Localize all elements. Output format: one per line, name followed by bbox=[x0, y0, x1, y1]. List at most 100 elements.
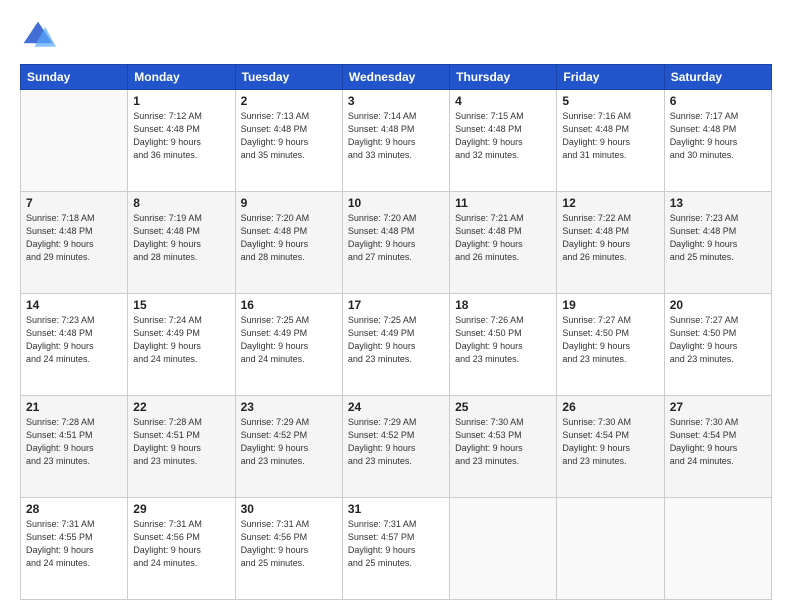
day-number: 1 bbox=[133, 94, 229, 108]
day-number: 24 bbox=[348, 400, 444, 414]
day-info: Sunrise: 7:27 AM Sunset: 4:50 PM Dayligh… bbox=[562, 314, 658, 366]
calendar-cell: 26Sunrise: 7:30 AM Sunset: 4:54 PM Dayli… bbox=[557, 396, 664, 498]
day-info: Sunrise: 7:19 AM Sunset: 4:48 PM Dayligh… bbox=[133, 212, 229, 264]
header bbox=[20, 18, 772, 54]
calendar-cell: 15 Sunrise: 7:24 AM Sunset: 4:49 PM Dayli… bbox=[128, 294, 235, 396]
day-info: Sunrise: 7:31 AM Sunset: 4:57 PM Dayligh… bbox=[348, 518, 444, 570]
calendar-cell bbox=[450, 498, 557, 600]
calendar-cell: 17 Sunrise: 7:25 AM Sunset: 4:49 PM Dayli… bbox=[342, 294, 449, 396]
day-number: 20 bbox=[670, 298, 766, 312]
day-number: 28 bbox=[26, 502, 122, 516]
calendar-cell: 31 Sunrise: 7:31 AM Sunset: 4:57 PM Dayli… bbox=[342, 498, 449, 600]
logo bbox=[20, 18, 62, 54]
calendar-table: SundayMondayTuesdayWednesdayThursdayFrid… bbox=[20, 64, 772, 600]
day-number: 22 bbox=[133, 400, 229, 414]
day-number: 25 bbox=[455, 400, 551, 414]
calendar-cell: 22 Sunrise: 7:28 AM Sunset: 4:51 PM Dayli… bbox=[128, 396, 235, 498]
calendar-cell: 5Sunrise: 7:16 AM Sunset: 4:48 PM Daylig… bbox=[557, 90, 664, 192]
day-info: Sunrise: 7:30 AM Sunset: 4:53 PM Dayligh… bbox=[455, 416, 551, 468]
day-info: Sunrise: 7:31 AM Sunset: 4:55 PM Dayligh… bbox=[26, 518, 122, 570]
day-number: 17 bbox=[348, 298, 444, 312]
day-info: Sunrise: 7:17 AM Sunset: 4:48 PM Dayligh… bbox=[670, 110, 766, 162]
day-number: 12 bbox=[562, 196, 658, 210]
calendar-cell: 19 Sunrise: 7:27 AM Sunset: 4:50 PM Dayli… bbox=[557, 294, 664, 396]
day-info: Sunrise: 7:28 AM Sunset: 4:51 PM Dayligh… bbox=[133, 416, 229, 468]
day-info: Sunrise: 7:18 AM Sunset: 4:48 PM Dayligh… bbox=[26, 212, 122, 264]
calendar-week-row: 7 Sunrise: 7:18 AM Sunset: 4:48 PM Daylig… bbox=[21, 192, 772, 294]
calendar-cell: 30Sunrise: 7:31 AM Sunset: 4:56 PM Dayli… bbox=[235, 498, 342, 600]
day-number: 6 bbox=[670, 94, 766, 108]
day-info: Sunrise: 7:15 AM Sunset: 4:48 PM Dayligh… bbox=[455, 110, 551, 162]
day-number: 13 bbox=[670, 196, 766, 210]
day-number: 16 bbox=[241, 298, 337, 312]
day-number: 18 bbox=[455, 298, 551, 312]
weekday-header-wednesday: Wednesday bbox=[342, 65, 449, 90]
day-number: 14 bbox=[26, 298, 122, 312]
calendar-week-row: 28 Sunrise: 7:31 AM Sunset: 4:55 PM Dayli… bbox=[21, 498, 772, 600]
calendar-cell bbox=[664, 498, 771, 600]
weekday-header-sunday: Sunday bbox=[21, 65, 128, 90]
day-number: 23 bbox=[241, 400, 337, 414]
calendar-week-row: 1 Sunrise: 7:12 AM Sunset: 4:48 PM Daylig… bbox=[21, 90, 772, 192]
calendar-cell: 3Sunrise: 7:14 AM Sunset: 4:48 PM Daylig… bbox=[342, 90, 449, 192]
day-number: 21 bbox=[26, 400, 122, 414]
day-info: Sunrise: 7:13 AM Sunset: 4:48 PM Dayligh… bbox=[241, 110, 337, 162]
day-number: 30 bbox=[241, 502, 337, 516]
calendar-cell: 12Sunrise: 7:22 AM Sunset: 4:48 PM Dayli… bbox=[557, 192, 664, 294]
weekday-header-friday: Friday bbox=[557, 65, 664, 90]
calendar-cell: 11 Sunrise: 7:21 AM Sunset: 4:48 PM Dayli… bbox=[450, 192, 557, 294]
day-info: Sunrise: 7:30 AM Sunset: 4:54 PM Dayligh… bbox=[670, 416, 766, 468]
day-number: 4 bbox=[455, 94, 551, 108]
calendar-cell: 8 Sunrise: 7:19 AM Sunset: 4:48 PM Daylig… bbox=[128, 192, 235, 294]
day-info: Sunrise: 7:20 AM Sunset: 4:48 PM Dayligh… bbox=[241, 212, 337, 264]
day-info: Sunrise: 7:25 AM Sunset: 4:49 PM Dayligh… bbox=[241, 314, 337, 366]
calendar-cell: 20Sunrise: 7:27 AM Sunset: 4:50 PM Dayli… bbox=[664, 294, 771, 396]
calendar-cell: 4 Sunrise: 7:15 AM Sunset: 4:48 PM Daylig… bbox=[450, 90, 557, 192]
calendar-cell: 13 Sunrise: 7:23 AM Sunset: 4:48 PM Dayli… bbox=[664, 192, 771, 294]
day-info: Sunrise: 7:21 AM Sunset: 4:48 PM Dayligh… bbox=[455, 212, 551, 264]
calendar-cell: 27 Sunrise: 7:30 AM Sunset: 4:54 PM Dayli… bbox=[664, 396, 771, 498]
weekday-header-tuesday: Tuesday bbox=[235, 65, 342, 90]
day-info: Sunrise: 7:12 AM Sunset: 4:48 PM Dayligh… bbox=[133, 110, 229, 162]
day-number: 11 bbox=[455, 196, 551, 210]
day-number: 27 bbox=[670, 400, 766, 414]
day-info: Sunrise: 7:31 AM Sunset: 4:56 PM Dayligh… bbox=[133, 518, 229, 570]
day-number: 3 bbox=[348, 94, 444, 108]
calendar-cell bbox=[557, 498, 664, 600]
day-info: Sunrise: 7:29 AM Sunset: 4:52 PM Dayligh… bbox=[241, 416, 337, 468]
weekday-header-row: SundayMondayTuesdayWednesdayThursdayFrid… bbox=[21, 65, 772, 90]
day-number: 7 bbox=[26, 196, 122, 210]
calendar-cell: 29 Sunrise: 7:31 AM Sunset: 4:56 PM Dayli… bbox=[128, 498, 235, 600]
calendar-cell: 1 Sunrise: 7:12 AM Sunset: 4:48 PM Daylig… bbox=[128, 90, 235, 192]
day-number: 8 bbox=[133, 196, 229, 210]
day-info: Sunrise: 7:23 AM Sunset: 4:48 PM Dayligh… bbox=[26, 314, 122, 366]
day-number: 15 bbox=[133, 298, 229, 312]
logo-icon bbox=[20, 18, 56, 54]
day-info: Sunrise: 7:25 AM Sunset: 4:49 PM Dayligh… bbox=[348, 314, 444, 366]
calendar-cell: 6 Sunrise: 7:17 AM Sunset: 4:48 PM Daylig… bbox=[664, 90, 771, 192]
day-info: Sunrise: 7:23 AM Sunset: 4:48 PM Dayligh… bbox=[670, 212, 766, 264]
day-number: 19 bbox=[562, 298, 658, 312]
day-info: Sunrise: 7:29 AM Sunset: 4:52 PM Dayligh… bbox=[348, 416, 444, 468]
weekday-header-thursday: Thursday bbox=[450, 65, 557, 90]
calendar-cell: 10 Sunrise: 7:20 AM Sunset: 4:48 PM Dayli… bbox=[342, 192, 449, 294]
calendar-cell: 28 Sunrise: 7:31 AM Sunset: 4:55 PM Dayli… bbox=[21, 498, 128, 600]
day-number: 2 bbox=[241, 94, 337, 108]
day-info: Sunrise: 7:16 AM Sunset: 4:48 PM Dayligh… bbox=[562, 110, 658, 162]
calendar-cell: 25 Sunrise: 7:30 AM Sunset: 4:53 PM Dayli… bbox=[450, 396, 557, 498]
day-info: Sunrise: 7:28 AM Sunset: 4:51 PM Dayligh… bbox=[26, 416, 122, 468]
calendar-week-row: 21 Sunrise: 7:28 AM Sunset: 4:51 PM Dayli… bbox=[21, 396, 772, 498]
calendar-cell: 14 Sunrise: 7:23 AM Sunset: 4:48 PM Dayli… bbox=[21, 294, 128, 396]
day-info: Sunrise: 7:20 AM Sunset: 4:48 PM Dayligh… bbox=[348, 212, 444, 264]
day-number: 29 bbox=[133, 502, 229, 516]
calendar-cell: 9Sunrise: 7:20 AM Sunset: 4:48 PM Daylig… bbox=[235, 192, 342, 294]
calendar-cell: 21 Sunrise: 7:28 AM Sunset: 4:51 PM Dayli… bbox=[21, 396, 128, 498]
day-number: 31 bbox=[348, 502, 444, 516]
day-info: Sunrise: 7:24 AM Sunset: 4:49 PM Dayligh… bbox=[133, 314, 229, 366]
day-info: Sunrise: 7:30 AM Sunset: 4:54 PM Dayligh… bbox=[562, 416, 658, 468]
weekday-header-monday: Monday bbox=[128, 65, 235, 90]
calendar-cell: 7 Sunrise: 7:18 AM Sunset: 4:48 PM Daylig… bbox=[21, 192, 128, 294]
weekday-header-saturday: Saturday bbox=[664, 65, 771, 90]
day-number: 10 bbox=[348, 196, 444, 210]
page: SundayMondayTuesdayWednesdayThursdayFrid… bbox=[0, 0, 792, 612]
